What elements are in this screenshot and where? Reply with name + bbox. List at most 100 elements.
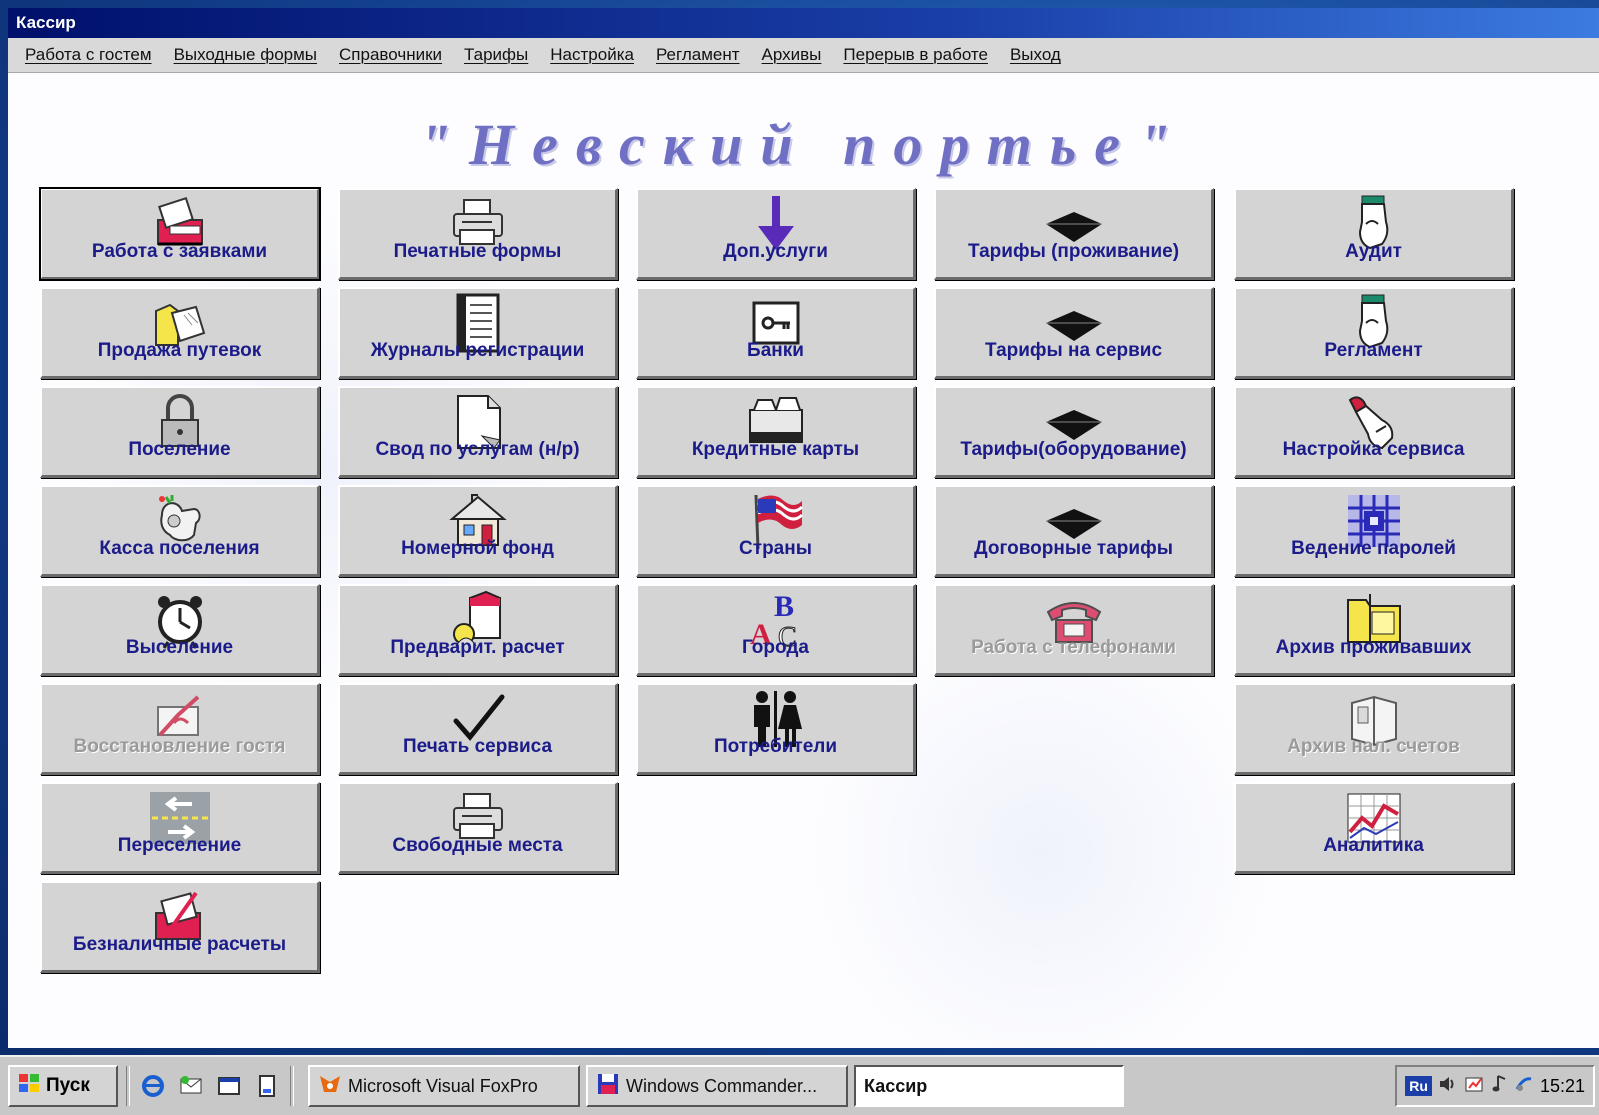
menu-button[interactable]: Тарифы(оборудование) bbox=[934, 386, 1214, 478]
menu-button-label: Работа с заявками bbox=[91, 241, 268, 262]
menu-button-label: Потребители bbox=[713, 736, 838, 757]
menu-button[interactable]: Безналичные расчеты bbox=[40, 881, 320, 973]
menu-button-label: Аналитика bbox=[1323, 835, 1424, 856]
taskbar-task[interactable]: Windows Commander... bbox=[586, 1065, 848, 1107]
taskbar-separator bbox=[126, 1066, 130, 1106]
menu-button-label: Безналичные расчеты bbox=[72, 934, 287, 955]
menu-button-label: Номерной фонд bbox=[401, 538, 554, 559]
menu-button[interactable]: Печать сервиса bbox=[338, 683, 618, 775]
menu-button[interactable]: Переселение bbox=[40, 782, 320, 874]
menu-button[interactable]: Банки bbox=[636, 287, 916, 379]
menu-button[interactable]: Страны bbox=[636, 485, 916, 577]
menu-item[interactable]: Выходные формы bbox=[163, 45, 328, 65]
menu-button[interactable]: Аудит bbox=[1234, 188, 1514, 280]
menu-button[interactable]: Архив проживавших bbox=[1234, 584, 1514, 676]
menu-button[interactable]: Настройка сервиса bbox=[1234, 386, 1514, 478]
show-desktop-icon[interactable] bbox=[214, 1071, 244, 1101]
menu-button[interactable]: Аналитика bbox=[1234, 782, 1514, 874]
menu-bar: Работа с гостем Выходные формы Справочники… bbox=[8, 38, 1599, 73]
menu-button-label: Договорные тарифы bbox=[974, 538, 1173, 559]
menu-button[interactable]: Тарифы на сервис bbox=[934, 287, 1214, 379]
taskbar: Пуск Microsoft Visual FoxPro Windows Comm… bbox=[0, 1055, 1599, 1115]
channels-icon[interactable] bbox=[252, 1071, 282, 1101]
menu-button-label: Касса поселения bbox=[99, 538, 260, 559]
menu-button[interactable]: Свод по услугам (н/р) bbox=[338, 386, 618, 478]
taskbar-separator bbox=[290, 1066, 294, 1106]
floppy-icon bbox=[596, 1072, 620, 1101]
menu-item[interactable]: Регламент bbox=[645, 45, 751, 65]
menu-button-label: Ведение паролей bbox=[1291, 538, 1456, 559]
menu-button-label: Поселение bbox=[128, 439, 231, 460]
taskbar-task-label: Windows Commander... bbox=[626, 1075, 818, 1096]
scheduler-icon[interactable] bbox=[1464, 1074, 1486, 1099]
quick-launch bbox=[138, 1071, 282, 1101]
menu-button[interactable]: Восстановление гостя bbox=[40, 683, 320, 775]
menu-item[interactable]: Выход bbox=[999, 45, 1072, 65]
menu-button-label: Доп.услуги bbox=[723, 241, 828, 262]
taskbar-task-label: Кассир bbox=[864, 1075, 928, 1096]
outlook-icon[interactable] bbox=[176, 1071, 206, 1101]
start-button[interactable]: Пуск bbox=[8, 1065, 118, 1107]
menu-button-label: Тарифы(оборудование) bbox=[960, 439, 1187, 460]
menu-button-label: Свод по услугам (н/р) bbox=[375, 439, 580, 460]
menu-button-label: Регламент bbox=[1324, 340, 1423, 361]
menu-button[interactable]: Касса поселения bbox=[40, 485, 320, 577]
music-note-icon[interactable] bbox=[1492, 1074, 1508, 1099]
menu-button-label: Выселение bbox=[125, 637, 234, 658]
client-area: "Невский портье" Работа с заявками Продаж… bbox=[8, 73, 1599, 1048]
menu-button-label: Переселение bbox=[117, 835, 242, 856]
satellite-icon[interactable] bbox=[1514, 1074, 1534, 1099]
taskbar-task-label: Microsoft Visual FoxPro bbox=[348, 1075, 538, 1096]
menu-item[interactable]: Тарифы bbox=[453, 45, 539, 65]
menu-button[interactable]: Ведение паролей bbox=[1234, 485, 1514, 577]
menu-button[interactable]: Работа с заявками bbox=[39, 187, 321, 281]
menu-button-label: Тарифы на сервис bbox=[984, 340, 1163, 361]
menu-button-label: Восстановление гостя bbox=[73, 736, 286, 757]
menu-button-label: Печатные формы bbox=[393, 241, 562, 262]
menu-button-label: Журналы регистрации bbox=[370, 340, 585, 361]
menu-button[interactable]: Журналы регистрации bbox=[338, 287, 618, 379]
menu-button[interactable]: Архив нал. счетов bbox=[1234, 683, 1514, 775]
menu-button-label: Настройка сервиса bbox=[1282, 439, 1465, 460]
menu-button[interactable]: Регламент bbox=[1234, 287, 1514, 379]
menu-button[interactable]: B A C Города bbox=[636, 584, 916, 676]
ie-icon[interactable] bbox=[138, 1071, 168, 1101]
menu-button[interactable]: Номерной фонд bbox=[338, 485, 618, 577]
menu-button[interactable]: Потребители bbox=[636, 683, 916, 775]
window-title: Кассир bbox=[8, 8, 1599, 38]
menu-button[interactable]: Выселение bbox=[40, 584, 320, 676]
menu-button-label: Печать сервиса bbox=[402, 736, 553, 757]
menu-button[interactable]: Поселение bbox=[40, 386, 320, 478]
menu-button[interactable]: Продажа путевок bbox=[40, 287, 320, 379]
menu-item[interactable]: Архивы bbox=[751, 45, 833, 65]
menu-item[interactable]: Работа с гостем bbox=[14, 45, 163, 65]
menu-item[interactable]: Настройка bbox=[539, 45, 645, 65]
desktop-edge bbox=[0, 0, 8, 1055]
menu-button-label: Архив нал. счетов bbox=[1287, 736, 1460, 757]
menu-button-label: Архив проживавших bbox=[1275, 637, 1472, 658]
menu-button[interactable]: Печатные формы bbox=[338, 188, 618, 280]
menu-button[interactable]: Доп.услуги bbox=[636, 188, 916, 280]
app-title: "Невский портье" bbox=[418, 112, 1189, 177]
menu-button[interactable]: Работа с телефонами bbox=[934, 584, 1214, 676]
task-list: Microsoft Visual FoxPro Windows Commander… bbox=[302, 1065, 1124, 1107]
menu-button-label: Аудит bbox=[1345, 241, 1402, 262]
volume-icon[interactable] bbox=[1438, 1074, 1458, 1099]
main-window: Кассир Работа с гостем Выходные формы Спра… bbox=[8, 8, 1599, 1048]
start-label: Пуск bbox=[46, 1075, 90, 1096]
menu-button[interactable]: Тарифы (проживание) bbox=[934, 188, 1214, 280]
menu-button[interactable]: Предварит. расчет bbox=[338, 584, 618, 676]
menu-item[interactable]: Справочники bbox=[328, 45, 453, 65]
menu-button[interactable]: Свободные места bbox=[338, 782, 618, 874]
menu-button-label: Тарифы (проживание) bbox=[967, 241, 1180, 262]
system-tray: Ru 15:21 bbox=[1395, 1065, 1595, 1107]
menu-button-label: Работа с телефонами bbox=[971, 637, 1176, 658]
menu-item[interactable]: Перерыв в работе bbox=[832, 45, 999, 65]
language-indicator[interactable]: Ru bbox=[1405, 1076, 1432, 1096]
clock[interactable]: 15:21 bbox=[1540, 1076, 1585, 1097]
taskbar-task[interactable]: Microsoft Visual FoxPro bbox=[308, 1065, 580, 1107]
menu-button[interactable]: Кредитные карты bbox=[636, 386, 916, 478]
taskbar-task[interactable]: Кассир bbox=[854, 1065, 1124, 1107]
menu-button[interactable]: Договорные тарифы bbox=[934, 485, 1214, 577]
windows-logo-icon bbox=[18, 1073, 40, 1099]
